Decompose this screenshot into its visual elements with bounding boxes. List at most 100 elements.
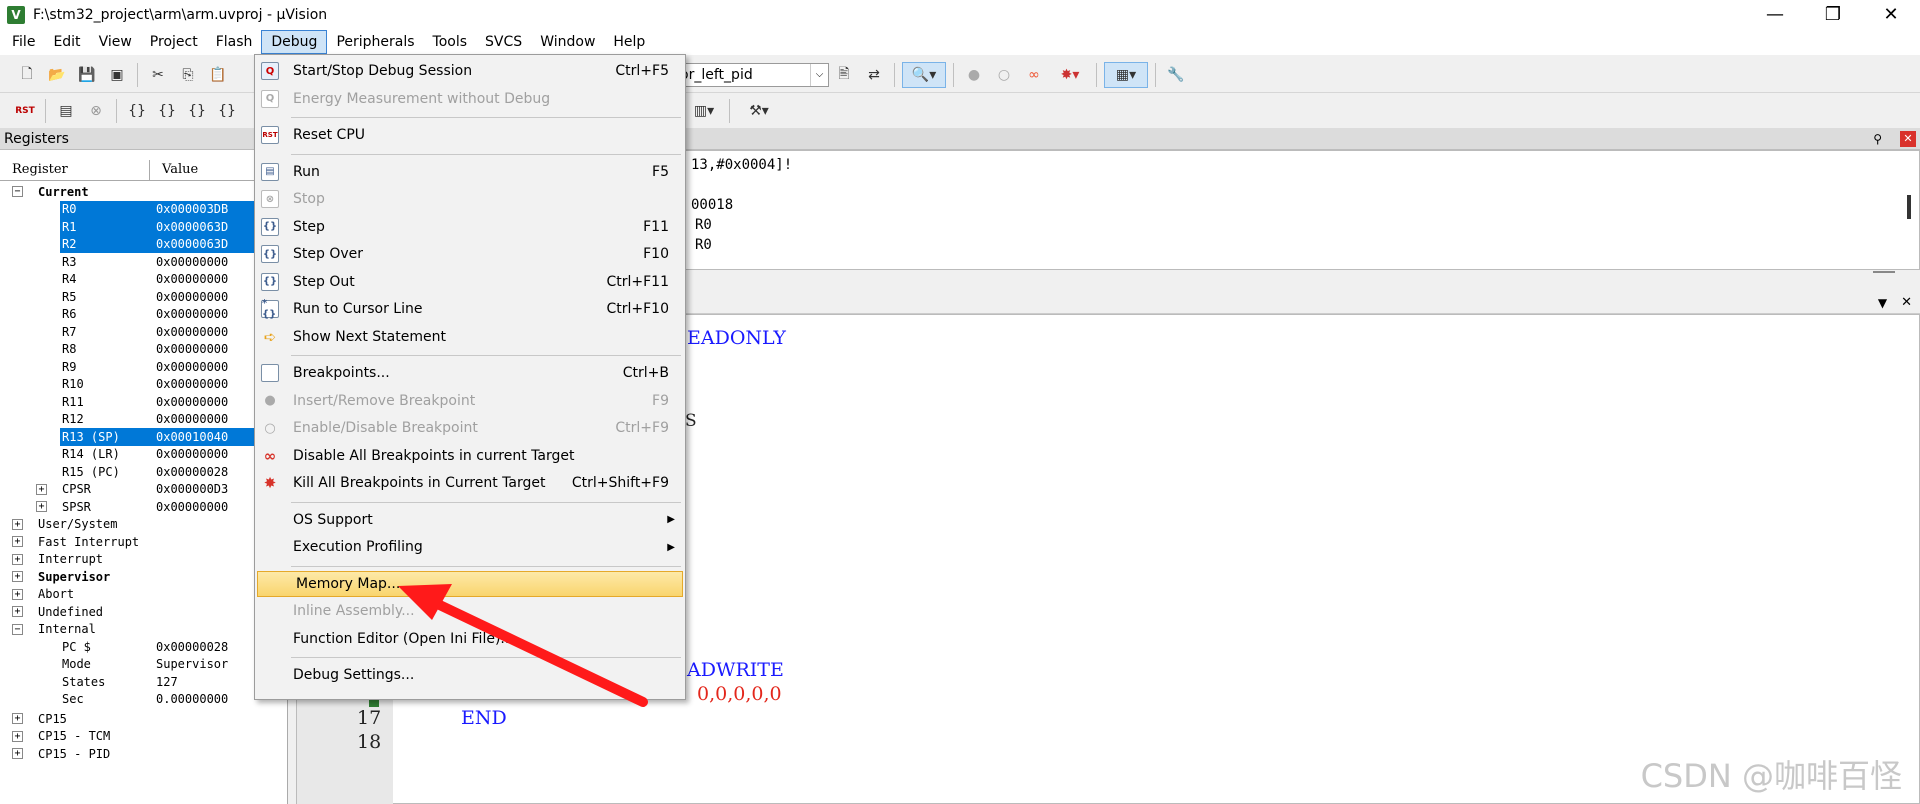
- register-value[interactable]: 0x00000000: [156, 360, 228, 374]
- expand-icon[interactable]: +: [12, 588, 23, 600]
- register-row[interactable]: R3 0x00000000: [0, 253, 288, 271]
- splitter-handle[interactable]: [1873, 271, 1895, 273]
- menu-peripherals[interactable]: Peripherals: [327, 30, 423, 54]
- register-value[interactable]: 0x000000D3: [156, 482, 228, 496]
- register-value[interactable]: 0x00000028: [156, 465, 228, 479]
- register-row[interactable]: − Current: [0, 183, 288, 201]
- close-icon[interactable]: ✕: [1900, 130, 1916, 147]
- debug-menu-inline-assembly[interactable]: Inline Assembly...: [255, 598, 685, 624]
- register-value[interactable]: Supervisor: [156, 657, 228, 671]
- copy-icon[interactable]: ⎘: [175, 62, 201, 88]
- register-value[interactable]: 0x00000000: [156, 307, 228, 321]
- menu-project[interactable]: Project: [141, 30, 207, 54]
- menu-tools[interactable]: Tools: [424, 30, 477, 54]
- window-layout-icon[interactable]: ▦▾: [1104, 61, 1148, 88]
- breakpoint-icon[interactable]: ●: [961, 62, 987, 88]
- register-row[interactable]: Mode Supervisor: [0, 656, 288, 674]
- target-combo[interactable]: otor_left_pid ⌵: [661, 62, 829, 87]
- register-value[interactable]: 0x00000000: [156, 395, 228, 409]
- register-row[interactable]: + Interrupt: [0, 551, 288, 569]
- debug-menu-insert-remove-breakpoint[interactable]: ● Insert/Remove Breakpoint F9: [255, 388, 685, 414]
- register-row[interactable]: + Undefined: [0, 603, 288, 621]
- disable-breakpoints-icon[interactable]: ∞: [1021, 62, 1047, 88]
- run-to-cursor-icon[interactable]: {}: [214, 98, 240, 124]
- menu-view[interactable]: View: [90, 30, 141, 54]
- register-value[interactable]: 0x00010040: [156, 430, 228, 444]
- debug-menu-run[interactable]: ▤ Run F5: [255, 159, 685, 185]
- cut-icon[interactable]: ✂: [145, 62, 171, 88]
- expand-icon[interactable]: +: [12, 518, 23, 530]
- stop-icon[interactable]: ⊗: [83, 98, 109, 124]
- debug-menu-step[interactable]: {} Step F11: [255, 214, 685, 240]
- pin-icon[interactable]: ⚲: [1873, 132, 1882, 146]
- run-icon[interactable]: ▤: [53, 98, 79, 124]
- register-row[interactable]: R10 0x00000000: [0, 376, 288, 394]
- register-row[interactable]: R15 (PC) 0x00000028: [0, 463, 288, 481]
- debug-session-icon[interactable]: 🔍▾: [902, 61, 946, 88]
- register-row[interactable]: R12 0x00000000: [0, 411, 288, 429]
- debug-menu-kill-all-breakpoints-in-current-target[interactable]: ✸ Kill All Breakpoints in Current Target C…: [255, 470, 685, 496]
- register-row[interactable]: R11 0x00000000: [0, 393, 288, 411]
- menu-debug[interactable]: Debug: [261, 30, 328, 54]
- breakpoint-enable-icon[interactable]: ○: [991, 62, 1017, 88]
- register-value[interactable]: 0x00000000: [156, 290, 228, 304]
- tools-icon[interactable]: ⚒▾: [737, 98, 781, 124]
- debug-menu-energy-measurement-without-debug[interactable]: Q Energy Measurement without Debug: [255, 86, 685, 112]
- register-row[interactable]: + CP15 - PID: [0, 745, 288, 763]
- collapse-icon[interactable]: −: [12, 623, 23, 635]
- register-row[interactable]: R2 0x0000063D: [0, 236, 288, 254]
- register-row[interactable]: R4 0x00000000: [0, 271, 288, 289]
- view-windows-icon[interactable]: ▥▾: [686, 98, 722, 124]
- register-value[interactable]: 0x00000000: [156, 342, 228, 356]
- debug-menu-disable-all-breakpoints-in-current-target[interactable]: ∞ Disable All Breakpoints in current Targ…: [255, 443, 685, 469]
- step-icon[interactable]: {}: [124, 98, 150, 124]
- debug-menu-show-next-statement[interactable]: ➪ Show Next Statement: [255, 324, 685, 350]
- disasm-scrollbar[interactable]: [1907, 195, 1911, 219]
- paste-icon[interactable]: 📋: [205, 62, 231, 88]
- step-over-icon[interactable]: {}: [154, 98, 180, 124]
- register-value[interactable]: 0x0000063D: [156, 237, 228, 251]
- chevron-down-icon[interactable]: ⌵: [810, 63, 828, 86]
- menu-edit[interactable]: Edit: [44, 30, 89, 54]
- register-row[interactable]: R7 0x00000000: [0, 323, 288, 341]
- register-row[interactable]: + Abort: [0, 586, 288, 604]
- menu-window[interactable]: Window: [531, 30, 604, 54]
- register-row[interactable]: R8 0x00000000: [0, 341, 288, 359]
- register-row[interactable]: + CP15: [0, 710, 288, 728]
- close-button[interactable]: ✕: [1862, 0, 1920, 29]
- open-file-icon[interactable]: 📂: [44, 62, 70, 88]
- register-row[interactable]: R5 0x00000000: [0, 288, 288, 306]
- debug-menu-debug-settings[interactable]: Debug Settings...: [255, 662, 685, 688]
- menu-svcs[interactable]: SVCS: [476, 30, 531, 54]
- debug-menu-execution-profiling[interactable]: Execution Profiling ▶: [255, 534, 685, 560]
- register-row[interactable]: − Internal: [0, 621, 288, 639]
- register-row[interactable]: + CPSR 0x000000D3: [0, 481, 288, 499]
- debug-menu-reset-cpu[interactable]: RST Reset CPU: [255, 122, 685, 148]
- menu-help[interactable]: Help: [604, 30, 654, 54]
- manage-components-icon[interactable]: ⇄: [861, 62, 887, 88]
- register-value[interactable]: 0x00000000: [156, 255, 228, 269]
- expand-icon[interactable]: +: [12, 606, 23, 617]
- debug-menu-step-out[interactable]: {} Step Out Ctrl+F11: [255, 269, 685, 295]
- kill-breakpoints-icon[interactable]: ✸▾: [1051, 62, 1089, 88]
- register-row[interactable]: R9 0x00000000: [0, 358, 288, 376]
- register-value[interactable]: 0x00000000: [156, 500, 228, 514]
- debug-menu-memory-map[interactable]: Memory Map...: [257, 570, 683, 597]
- register-row[interactable]: R13 (SP) 0x00010040: [0, 428, 288, 446]
- debug-menu-stop[interactable]: ⊗ Stop: [255, 186, 685, 212]
- chevron-down-icon[interactable]: ▼: [1878, 296, 1887, 310]
- debug-menu-function-editor-open-ini-file[interactable]: Function Editor (Open Ini File)...: [255, 626, 685, 652]
- register-value[interactable]: 0.00000000: [156, 692, 228, 706]
- register-row[interactable]: R1 0x0000063D: [0, 218, 288, 236]
- new-file-icon[interactable]: 🗋: [14, 62, 40, 88]
- restore-button[interactable]: ❐: [1804, 0, 1862, 29]
- register-row[interactable]: + User/System: [0, 516, 288, 534]
- close-icon[interactable]: ✕: [1901, 295, 1912, 310]
- expand-icon[interactable]: +: [12, 536, 23, 547]
- save-all-icon[interactable]: ▣: [104, 62, 130, 88]
- save-icon[interactable]: 💾: [74, 62, 100, 88]
- wrench-icon[interactable]: 🔧: [1163, 62, 1189, 88]
- expand-icon[interactable]: +: [12, 730, 23, 742]
- register-value[interactable]: 0x000003DB: [156, 202, 228, 216]
- expand-icon[interactable]: +: [36, 501, 47, 512]
